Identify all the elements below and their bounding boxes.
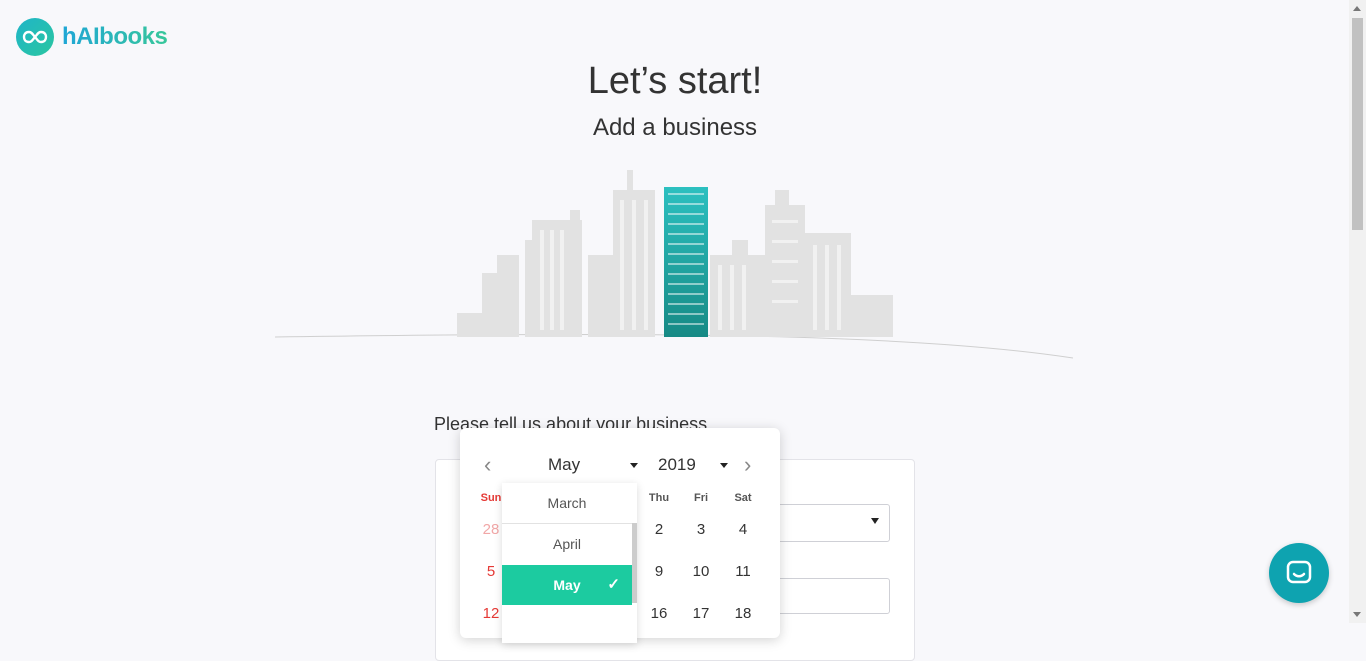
month-option-march[interactable]: March bbox=[502, 483, 632, 524]
scroll-thumb[interactable] bbox=[1352, 18, 1363, 230]
chat-bubble-icon[interactable] bbox=[1269, 543, 1329, 603]
caret-down-icon bbox=[871, 518, 879, 524]
check-icon: ✓ bbox=[607, 576, 620, 593]
weekday-sat: Sat bbox=[734, 492, 752, 504]
day-cell[interactable]: 4 bbox=[728, 521, 758, 538]
day-cell[interactable]: 9 bbox=[644, 563, 674, 580]
page-scrollbar[interactable] bbox=[1349, 0, 1366, 623]
year-caret-icon[interactable] bbox=[720, 463, 728, 468]
year-select[interactable]: 2019 bbox=[658, 455, 696, 475]
day-cell[interactable]: 18 bbox=[728, 605, 758, 622]
month-option-label: May bbox=[553, 577, 581, 593]
page-subtitle: Add a business bbox=[592, 114, 758, 141]
day-cell[interactable]: 3 bbox=[686, 521, 716, 538]
weekday-fri: Fri bbox=[693, 492, 709, 504]
scroll-down-arrow-icon[interactable] bbox=[1353, 612, 1361, 617]
month-dropdown-list: March April May ✓ bbox=[502, 483, 637, 643]
day-cell[interactable]: 2 bbox=[644, 521, 674, 538]
day-cell[interactable]: 10 bbox=[686, 563, 716, 580]
scroll-up-arrow-icon[interactable] bbox=[1353, 6, 1361, 11]
business-name-input[interactable] bbox=[776, 578, 890, 614]
dropdown-scrollbar[interactable] bbox=[632, 523, 637, 603]
page-title: Let’s start! bbox=[587, 60, 763, 102]
brand-logo[interactable]: hAIbooks bbox=[16, 18, 168, 56]
month-option-april[interactable]: April bbox=[502, 524, 632, 564]
day-cell[interactable]: 17 bbox=[686, 605, 716, 622]
day-cell[interactable]: 11 bbox=[728, 563, 758, 580]
month-option-may[interactable]: May ✓ bbox=[502, 565, 632, 605]
infinity-logo-icon bbox=[16, 18, 54, 56]
weekday-thu: Thu bbox=[648, 492, 670, 504]
business-type-select[interactable] bbox=[776, 504, 890, 542]
day-cell[interactable]: 16 bbox=[644, 605, 674, 622]
month-select[interactable]: May bbox=[548, 455, 580, 475]
chevron-left-icon[interactable]: ‹ bbox=[484, 454, 491, 476]
month-caret-icon[interactable] bbox=[630, 463, 638, 468]
city-skyline-illustration bbox=[274, 170, 1074, 359]
brand-name: hAIbooks bbox=[62, 23, 168, 50]
chevron-right-icon[interactable]: › bbox=[744, 454, 751, 476]
